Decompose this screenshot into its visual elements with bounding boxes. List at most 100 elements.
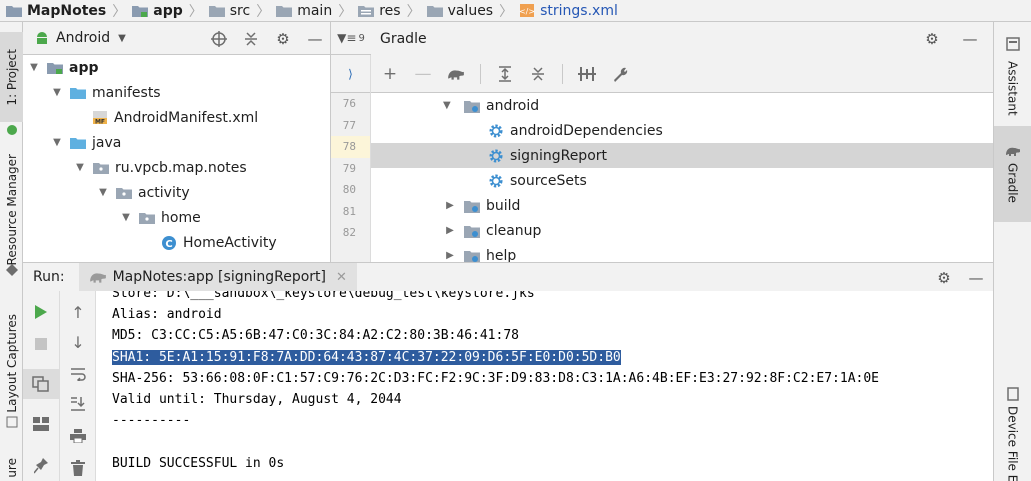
rerun-icon[interactable]	[23, 297, 59, 327]
stop-icon[interactable]	[23, 329, 59, 359]
console-line: BUILD SUCCESSFUL in 0s	[112, 455, 285, 471]
tool-tab-resource-manager[interactable]: Resource Manager	[0, 140, 23, 280]
soft-wrap-icon[interactable]	[60, 359, 96, 389]
android-icon	[37, 32, 47, 44]
layout-icon[interactable]	[23, 409, 59, 439]
package-icon	[116, 188, 132, 199]
tree-item-java[interactable]: ▼ java	[23, 130, 330, 155]
tree-item-activity[interactable]: ▼ activity	[23, 180, 330, 205]
task-folder-icon	[464, 225, 480, 238]
project-panel-header: Android ▼ ⚙ —	[23, 22, 330, 55]
expand-arrow-icon[interactable]: ▼	[50, 137, 64, 148]
wrench-icon[interactable]	[611, 65, 629, 83]
expand-arrow-icon[interactable]: ▼	[96, 187, 110, 198]
arrow-down-icon[interactable]: ↓	[60, 327, 96, 357]
close-tab-icon[interactable]: ✕	[336, 270, 347, 285]
trash-icon[interactable]	[60, 453, 96, 481]
tree-item-package-root[interactable]: ▼ ru.vpcb.map.notes	[23, 155, 330, 180]
tool-tab-assistant[interactable]: Assistant	[994, 56, 1031, 120]
run-toolbar-secondary: ↑ ↓	[60, 291, 96, 481]
crumb-src[interactable]: src 〉	[208, 0, 276, 21]
right-tool-strip: Assistant Gradle Device File E	[993, 22, 1031, 481]
crumb-app[interactable]: app 〉	[132, 0, 209, 21]
gradle-panel: Gradle ⚙ — + — ▼ android androidDependen…	[371, 22, 993, 262]
tool-tab-device-file-explorer[interactable]: Device File E	[994, 406, 1031, 481]
expand-arrow-icon[interactable]: ▼	[119, 212, 133, 223]
expand-arrow-icon[interactable]: ▼	[50, 87, 64, 98]
layout-captures-icon	[0, 414, 23, 430]
execute-gradle-task-icon[interactable]	[447, 65, 465, 83]
gradle-group-help[interactable]: ▶ help	[371, 243, 993, 262]
crumb-project[interactable]: MapNotes 〉	[6, 0, 132, 21]
toolbar-separator	[480, 63, 481, 84]
gradle-tasks-tree: ▼ android androidDependencies signingRep…	[371, 93, 993, 262]
hide-panel-icon[interactable]: —	[961, 30, 979, 48]
tree-item-homeactivity[interactable]: C HomeActivity	[23, 230, 330, 255]
gradle-group-build[interactable]: ▶ build	[371, 193, 993, 218]
svg-text:C: C	[165, 239, 172, 250]
hide-panel-icon[interactable]: —	[306, 30, 324, 48]
crumb-main[interactable]: main 〉	[276, 0, 358, 21]
console-line-selected: SHA1: 5E:A1:15:91:F8:7A:DD:64:43:87:4C:3…	[112, 349, 621, 365]
arrow-up-icon[interactable]: ↑	[60, 297, 96, 327]
gradle-task-androidDependencies[interactable]: androidDependencies	[371, 118, 993, 143]
expand-arrow-icon[interactable]: ▶	[443, 200, 457, 211]
editor-gutter: ⟩ 76 77 78 79 80 81 82	[331, 55, 371, 262]
pin-icon[interactable]	[23, 451, 59, 481]
crumb-res[interactable]: res 〉	[358, 0, 426, 21]
task-folder-icon	[464, 250, 480, 262]
gear-icon[interactable]: ⚙	[274, 30, 292, 48]
gear-icon[interactable]: ⚙	[935, 269, 953, 287]
tool-tab-project[interactable]: 1: Project	[0, 32, 23, 122]
run-toolbar-primary	[23, 291, 60, 481]
console-line: Valid until: Thursday, August 4, 2044	[112, 391, 402, 407]
crumb-file[interactable]: </> strings.xml	[519, 0, 618, 21]
run-panel-header: Run: MapNotes:app [signingReport] ✕ ⚙ —	[23, 262, 993, 292]
gradle-group-android[interactable]: ▼ android	[371, 93, 993, 118]
expand-all-icon[interactable]	[496, 65, 514, 83]
project-panel: Android ▼ ⚙ — ▼ app ▼ manifests MF Androi…	[23, 22, 331, 262]
folder-icon	[426, 6, 443, 17]
tree-item-app[interactable]: ▼ app	[23, 55, 330, 80]
breadcrumb: MapNotes 〉 app 〉 src 〉 main 〉 res 〉 values 〉 <…	[0, 0, 1031, 22]
console-line: Alias: android	[112, 307, 222, 323]
expand-arrow-icon[interactable]: ▶	[443, 225, 457, 236]
toggle-tree-view-icon[interactable]	[23, 369, 59, 399]
tree-item-home[interactable]: ▼ home	[23, 205, 330, 230]
tool-tab-structure[interactable]: ure	[0, 454, 23, 481]
gutter-marker: ⟩	[331, 55, 370, 93]
collapse-all-icon[interactable]	[242, 30, 260, 48]
expand-arrow-icon[interactable]: ▼	[443, 100, 457, 111]
xml-file-icon: </>	[519, 4, 535, 17]
android-icon	[0, 122, 23, 138]
tree-item-manifests[interactable]: ▼ manifests	[23, 80, 330, 105]
toggle-offline-icon[interactable]	[578, 65, 596, 83]
gradle-task-signingReport[interactable]: signingReport	[371, 143, 993, 168]
remove-icon[interactable]: —	[414, 64, 432, 84]
tree-item-androidmanifest[interactable]: MF AndroidManifest.xml	[23, 105, 330, 130]
tool-tab-gradle[interactable]: Gradle	[994, 126, 1031, 222]
editor-tab-list-icon[interactable]: ▼≡	[337, 31, 356, 45]
crumb-values[interactable]: values 〉	[426, 0, 520, 21]
gradle-group-cleanup[interactable]: ▶ cleanup	[371, 218, 993, 243]
gradle-task-sourceSets[interactable]: sourceSets	[371, 168, 993, 193]
collapse-all-icon[interactable]	[529, 65, 547, 83]
hide-panel-icon[interactable]: —	[967, 269, 985, 287]
line-number: 82	[342, 226, 356, 239]
add-icon[interactable]: +	[381, 64, 399, 84]
expand-arrow-icon[interactable]: ▼	[27, 62, 41, 73]
scroll-to-end-icon[interactable]	[60, 389, 96, 419]
assistant-icon	[994, 34, 1031, 54]
expand-arrow-icon[interactable]: ▼	[73, 162, 87, 173]
locate-icon[interactable]	[210, 30, 228, 48]
project-view-dropdown[interactable]: Android ▼	[35, 30, 126, 46]
tool-tab-layout-captures[interactable]: Layout Captures	[0, 308, 23, 418]
gear-icon[interactable]: ⚙	[923, 30, 941, 48]
print-icon[interactable]	[60, 421, 96, 451]
run-tab-signingreport[interactable]: MapNotes:app [signingReport] ✕	[78, 262, 357, 292]
folder-icon	[70, 138, 86, 149]
run-console[interactable]: Store: D:\___sandbox\_keystore\debug_tes…	[96, 291, 993, 481]
line-number: 79	[342, 161, 356, 175]
expand-arrow-icon[interactable]: ▶	[443, 250, 457, 261]
